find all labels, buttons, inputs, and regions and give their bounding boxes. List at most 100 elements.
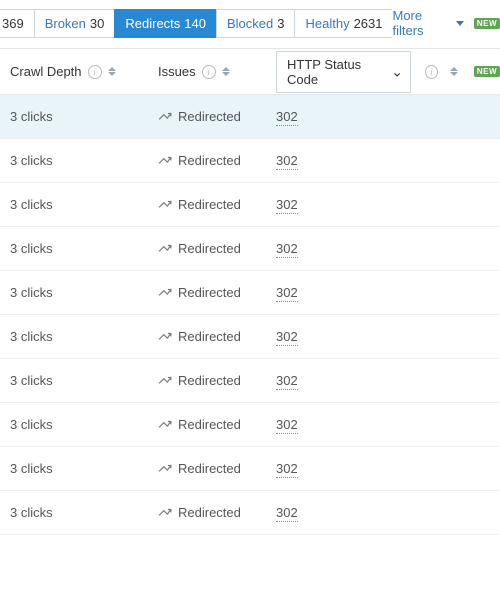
status-code[interactable]: 302 (276, 505, 298, 522)
sort-icon[interactable] (108, 67, 116, 76)
cell-issues: Redirected (158, 461, 276, 476)
redirect-icon (158, 287, 172, 299)
col-issues-label: Issues (158, 64, 196, 79)
tab-blocked-count: 3 (277, 16, 284, 31)
cell-crawl-depth: 3 clicks (10, 241, 158, 256)
more-filters-label: More filters (392, 8, 449, 38)
cell-issues: Redirected (158, 373, 276, 388)
cell-crawl-depth: 3 clicks (10, 417, 158, 432)
table-row[interactable]: 3 clicks Redirected 302 (0, 183, 500, 227)
redirect-icon (158, 419, 172, 431)
table-row[interactable]: 3 clicks Redirected 302 (0, 403, 500, 447)
col-issues[interactable]: Issues i (158, 64, 276, 79)
cell-crawl-depth: 3 clicks (10, 461, 158, 476)
cell-status: 302 (276, 153, 500, 168)
status-select[interactable]: HTTP Status Code ⌄ (276, 51, 411, 93)
cell-issues: Redirected (158, 505, 276, 520)
cell-crawl-depth: 3 clicks (10, 329, 158, 344)
tab-all[interactable]: 369 (0, 9, 34, 38)
cell-issues: Redirected (158, 329, 276, 344)
tab-broken[interactable]: Broken 30 (34, 9, 115, 38)
tab-healthy[interactable]: Healthy 2631 (294, 9, 392, 38)
tab-broken-count: 30 (90, 16, 104, 31)
col-status: HTTP Status Code ⌄ i NEW (276, 51, 500, 93)
tab-healthy-count: 2631 (354, 16, 383, 31)
cell-status: 302 (276, 197, 500, 212)
cell-issues: Redirected (158, 241, 276, 256)
cell-status: 302 (276, 373, 500, 388)
table-row[interactable]: 3 clicksRedirected302 (0, 271, 500, 315)
redirect-icon (158, 375, 172, 387)
redirect-icon (158, 243, 172, 255)
table-row[interactable]: 3 clicksRedirected302 (0, 95, 500, 139)
issue-label: Redirected (178, 461, 241, 476)
table-row[interactable]: 3 clicks Redirected 302 (0, 359, 500, 403)
issue-label: Redirected (178, 417, 241, 432)
issue-label: Redirected (178, 373, 241, 388)
tab-healthy-label: Healthy (305, 16, 349, 31)
cell-crawl-depth: 3 clicks (10, 153, 158, 168)
status-code[interactable]: 302 (276, 373, 298, 390)
new-badge: NEW (474, 66, 500, 77)
issue-label: Redirected (178, 109, 241, 124)
tab-redirects-label: Redirects (125, 16, 180, 31)
info-icon[interactable]: i (88, 65, 102, 79)
status-code[interactable]: 302 (276, 461, 298, 478)
status-code[interactable]: 302 (276, 109, 298, 126)
col-crawl-depth-label: Crawl Depth (10, 64, 82, 79)
status-select-value: HTTP Status Code (276, 51, 411, 93)
issue-label: Redirected (178, 285, 241, 300)
cell-status: 302 (276, 505, 500, 520)
sort-icon[interactable] (450, 67, 458, 76)
status-code[interactable]: 302 (276, 329, 298, 346)
tab-all-count: 369 (2, 16, 24, 31)
cell-issues: Redirected (158, 153, 276, 168)
cell-status: 302 (276, 329, 500, 344)
status-code[interactable]: 302 (276, 241, 298, 258)
cell-status: 302 (276, 285, 500, 300)
cell-issues: Redirected (158, 285, 276, 300)
redirect-icon (158, 111, 172, 123)
cell-status: 302 (276, 417, 500, 432)
more-filters-link[interactable]: More filters (392, 8, 463, 38)
status-code[interactable]: 302 (276, 153, 298, 170)
cell-crawl-depth: 3 clicks (10, 373, 158, 388)
tab-redirects[interactable]: Redirects 140 (114, 9, 216, 38)
table-row[interactable]: 3 clicks Redirected 302 (0, 315, 500, 359)
issue-label: Redirected (178, 505, 241, 520)
table-header: Crawl Depth i Issues i HTTP Status Code … (0, 49, 500, 95)
chevron-down-icon (456, 21, 464, 26)
cell-issues: Redirected (158, 417, 276, 432)
redirect-icon (158, 331, 172, 343)
cell-issues: Redirected (158, 109, 276, 124)
cell-crawl-depth: 3 clicks (10, 197, 158, 212)
info-icon[interactable]: i (202, 65, 216, 79)
table-row[interactable]: 3 clicks Redirected 302 (0, 227, 500, 271)
status-code[interactable]: 302 (276, 417, 298, 434)
table-row[interactable]: 3 clicks Redirected 302 (0, 491, 500, 535)
tab-broken-label: Broken (45, 16, 86, 31)
cell-status: 302 (276, 241, 500, 256)
status-code[interactable]: 302 (276, 197, 298, 214)
redirect-icon (158, 507, 172, 519)
filter-tabs: 369 Broken 30 Redirects 140 Blocked 3 He… (0, 0, 500, 49)
issue-label: Redirected (178, 197, 241, 212)
redirect-icon (158, 199, 172, 211)
cell-issues: Redirected (158, 197, 276, 212)
table-row[interactable]: 3 clicksRedirected302 (0, 139, 500, 183)
table-row[interactable]: 3 clicks Redirected 302 (0, 447, 500, 491)
redirect-icon (158, 155, 172, 167)
info-icon[interactable]: i (425, 65, 438, 79)
redirect-icon (158, 463, 172, 475)
cell-crawl-depth: 3 clicks (10, 505, 158, 520)
sort-icon[interactable] (222, 67, 230, 76)
new-badge: NEW (474, 18, 500, 29)
tab-blocked[interactable]: Blocked 3 (216, 9, 294, 38)
issue-label: Redirected (178, 241, 241, 256)
tab-redirects-count: 140 (184, 16, 206, 31)
issue-label: Redirected (178, 329, 241, 344)
status-code[interactable]: 302 (276, 285, 298, 302)
cell-status: 302 (276, 109, 500, 124)
col-crawl-depth[interactable]: Crawl Depth i (10, 64, 158, 79)
cell-status: 302 (276, 461, 500, 476)
